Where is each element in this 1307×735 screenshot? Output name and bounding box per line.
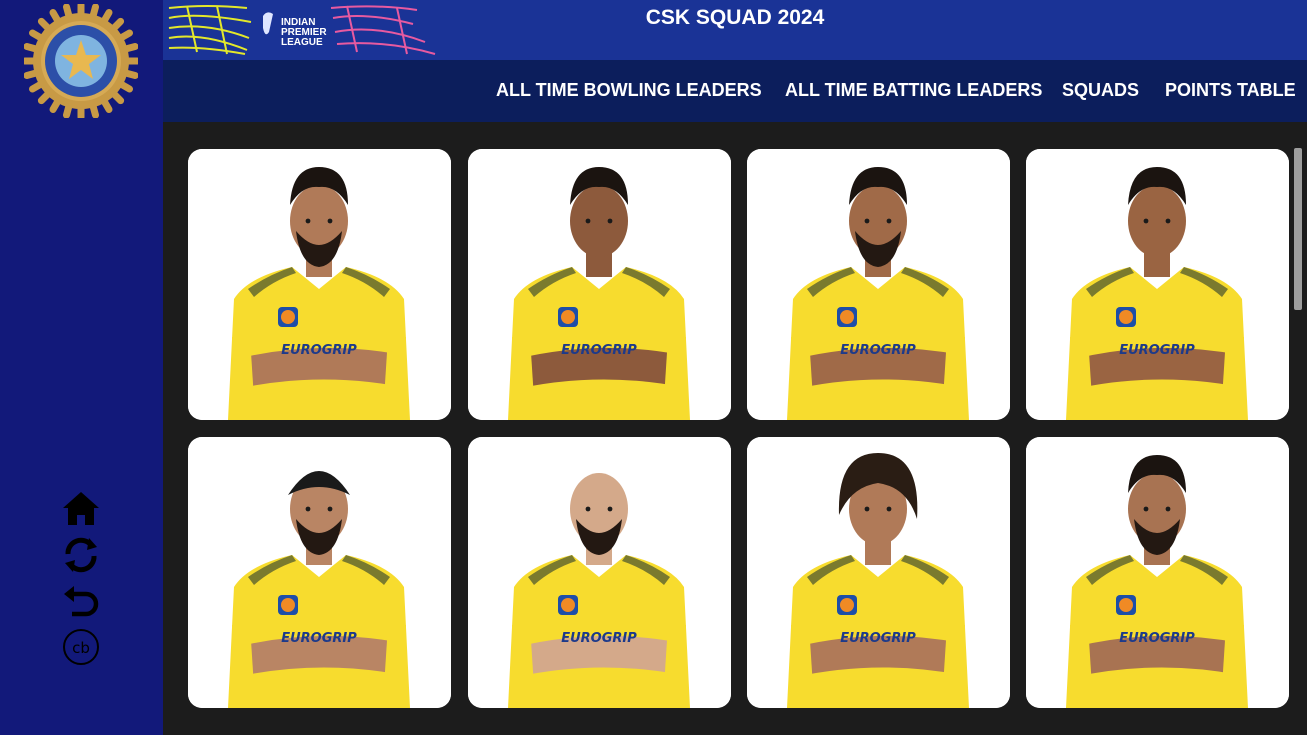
player-card[interactable]: EUROGRIP [188, 149, 451, 420]
bcci-logo[interactable] [21, 1, 141, 121]
page-title: CSK SQUAD 2024 [645, 6, 825, 29]
svg-text:EUROGRIP: EUROGRIP [1119, 343, 1195, 358]
ipl-logo-line3: LEAGUE [281, 37, 323, 48]
nav-batting-leaders[interactable]: ALL TIME BATTING LEADERS [785, 80, 1042, 101]
nav-bowling-leaders[interactable]: ALL TIME BOWLING LEADERS [496, 80, 762, 101]
svg-text:EUROGRIP: EUROGRIP [561, 343, 637, 358]
player-card[interactable]: EUROGRIP [1026, 437, 1289, 708]
scrollbar-thumb[interactable] [1294, 148, 1302, 310]
player-card[interactable]: EUROGRIP [188, 437, 451, 708]
refresh-icon[interactable] [60, 534, 102, 576]
player-card[interactable]: EUROGRIP [468, 437, 731, 708]
svg-text:EUROGRIP: EUROGRIP [281, 631, 357, 646]
svg-text:EUROGRIP: EUROGRIP [840, 343, 916, 358]
svg-text:EUROGRIP: EUROGRIP [1119, 631, 1195, 646]
undo-icon[interactable] [60, 580, 102, 622]
player-card[interactable]: EUROGRIP [468, 149, 731, 420]
player-card[interactable]: EUROGRIP [1026, 149, 1289, 420]
nav-squads[interactable]: SQUADS [1062, 80, 1139, 101]
cb-icon[interactable]: cb [60, 626, 102, 668]
player-card[interactable]: EUROGRIP [747, 149, 1010, 420]
svg-text:cb: cb [72, 639, 90, 657]
top-header: INDIAN PREMIER LEAGUE CSK SQUAD 2024 [163, 0, 1307, 60]
svg-text:EUROGRIP: EUROGRIP [561, 631, 637, 646]
main-nav: ALL TIME BOWLING LEADERS ALL TIME BATTIN… [163, 60, 1307, 122]
svg-text:EUROGRIP: EUROGRIP [281, 343, 357, 358]
home-icon[interactable] [60, 488, 102, 530]
svg-text:EUROGRIP: EUROGRIP [840, 631, 916, 646]
sidebar: cb [0, 0, 163, 735]
nav-points-table[interactable]: POINTS TABLE [1165, 80, 1296, 101]
player-card[interactable]: EUROGRIP [747, 437, 1010, 708]
